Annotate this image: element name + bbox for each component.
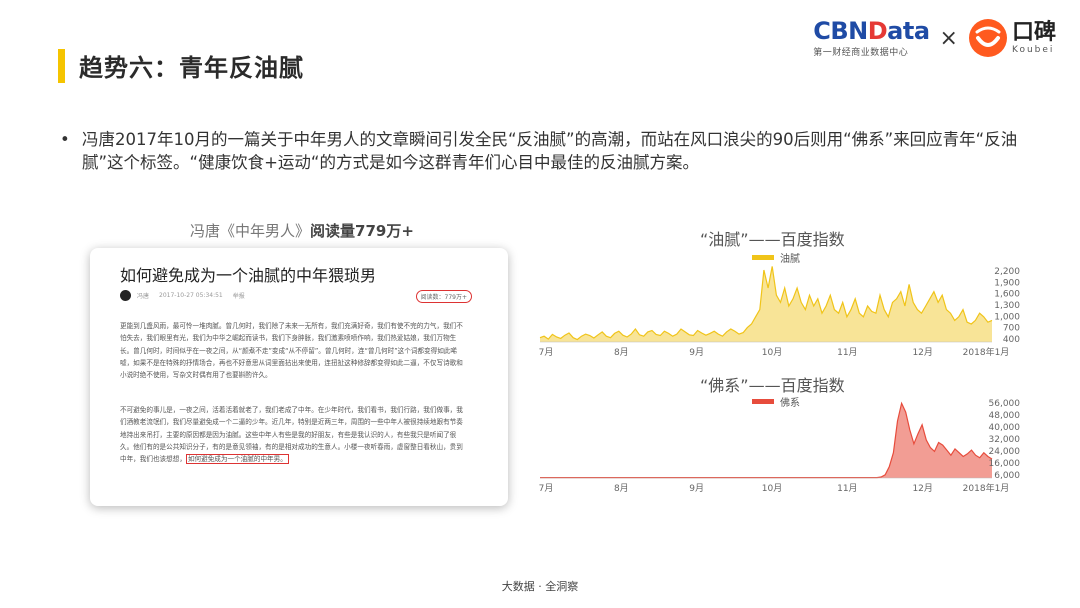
bullet-point: • 冯唐2017年10月的一篇关于中年男人的文章瞬间引发全民“反油腻”的高潮，而…	[60, 128, 1020, 174]
times-sign: ×	[939, 25, 958, 51]
series-area	[540, 403, 992, 478]
y-tick-label: 24,000	[989, 447, 1021, 457]
article-paragraph-2: 不可避免的事儿是，一夜之间，活着活着就老了，我们老成了中年。在少年时代，我们看书…	[120, 404, 466, 465]
article-paragraph-1: 更能到几盏风雨，最可怜一堆肉腻。曾几何时，我们除了未来一无所有，我们充满好奇，我…	[120, 322, 463, 380]
article-highlight: 如何避免成为一个油腻的中年男。	[185, 454, 289, 465]
x-tick-label: 7月	[539, 347, 554, 358]
koubei-en-text: Koubei	[1011, 45, 1055, 55]
x-tick-label: 7月	[539, 483, 554, 494]
article-title: 如何避免成为一个油腻的中年猥琐男	[120, 266, 377, 285]
reads-count-badge: 阅读数：779万+	[415, 290, 472, 303]
x-tick-label: 9月	[689, 483, 704, 494]
article-meta: 冯唐 2017-10-27 05:34:51 举报	[120, 290, 255, 301]
article-tag: 举报	[232, 293, 245, 300]
author-name: 冯唐	[137, 293, 150, 300]
page-title: 趋势六：青年反油腻	[79, 54, 304, 82]
y-tick-label: 1,300	[994, 301, 1020, 311]
y-tick-label: 1,900	[994, 278, 1020, 288]
article-caption-reads: 阅读量779万+	[310, 222, 414, 240]
x-tick-label: 2018年1月	[963, 346, 1010, 358]
x-tick-label: 10月	[762, 347, 782, 358]
cbndata-part3: ata	[887, 17, 930, 45]
article-screenshot-card: 如何避免成为一个油腻的中年猥琐男 冯唐 2017-10-27 05:34:51 …	[90, 248, 508, 506]
article-date: 2017-10-27 05:34:51	[159, 292, 223, 299]
footer-slogan: 大数据 · 全洞察	[501, 580, 579, 593]
y-tick-label: 1,000	[994, 312, 1020, 322]
x-tick-label: 8月	[614, 483, 629, 494]
y-tick-label: 6,000	[994, 471, 1020, 481]
logo-group: CBNData 第一财经商业数据中心 × 口碑 Koubei	[813, 18, 1056, 58]
bullet-dot: •	[60, 130, 70, 149]
y-tick-label: 1,600	[994, 290, 1020, 300]
author-avatar	[120, 290, 131, 301]
koubei-smile-icon	[968, 19, 1007, 57]
x-tick-label: 11月	[837, 347, 857, 358]
chart-foxi-title: “佛系”——百度指数	[700, 376, 845, 395]
x-tick-label: 9月	[689, 347, 704, 358]
article-paragraph-2-text: 不可避免的事儿是，一夜之间，活着活着就老了，我们老成了中年。在少年时代，我们看书…	[120, 406, 463, 464]
x-tick-label: 11月	[837, 483, 857, 494]
cbndata-subtitle: 第一财经商业数据中心	[813, 48, 909, 58]
chart-youni-title: “油腻”——百度指数	[700, 230, 845, 249]
cbndata-part2: D	[867, 17, 888, 45]
x-tick-label: 10月	[762, 483, 782, 494]
cbndata-wordmark: CBNData	[813, 17, 930, 45]
bullet-text: 冯唐2017年10月的一篇关于中年男人的文章瞬间引发全民“反油腻”的高潮，而站在…	[82, 130, 1018, 172]
title-accent-bar	[58, 48, 65, 83]
x-tick-label: 12月	[912, 483, 932, 494]
y-tick-label: 16,000	[989, 459, 1021, 469]
cbndata-logo: CBNData 第一财经商业数据中心	[813, 17, 930, 58]
x-tick-label: 8月	[614, 347, 629, 358]
cbndata-part1: CBN	[813, 17, 868, 45]
article-caption: 冯唐《中年男人》阅读量779万+	[190, 220, 414, 241]
y-tick-label: 32,000	[989, 435, 1021, 445]
legend-swatch-youni	[752, 255, 774, 260]
koubei-logo: 口碑 Koubei	[968, 18, 1056, 58]
y-tick-label: 48,000	[989, 411, 1021, 421]
x-tick-label: 12月	[912, 347, 932, 358]
y-tick-label: 400	[1003, 335, 1020, 345]
koubei-cn-text: 口碑	[1011, 20, 1056, 45]
article-caption-prefix: 冯唐《中年男人》	[190, 222, 311, 240]
title-wrap: 趋势六：青年反油腻	[58, 48, 304, 83]
y-tick-label: 2,200	[994, 267, 1020, 277]
y-tick-label: 56,000	[989, 399, 1021, 409]
y-tick-label: 40,000	[989, 423, 1021, 433]
chart-foxi: 7月 8月 9月 10月 11月 12月 2018年1月 56,000 48,000 40,000…	[539, 399, 1021, 494]
chart-youni: 7月 8月 9月 10月 11月 12月 2018年1月 2,2001,900 1,6001,3…	[539, 266, 1020, 358]
x-tick-label: 2018年1月	[963, 482, 1010, 494]
y-tick-label: 700	[1003, 324, 1020, 334]
